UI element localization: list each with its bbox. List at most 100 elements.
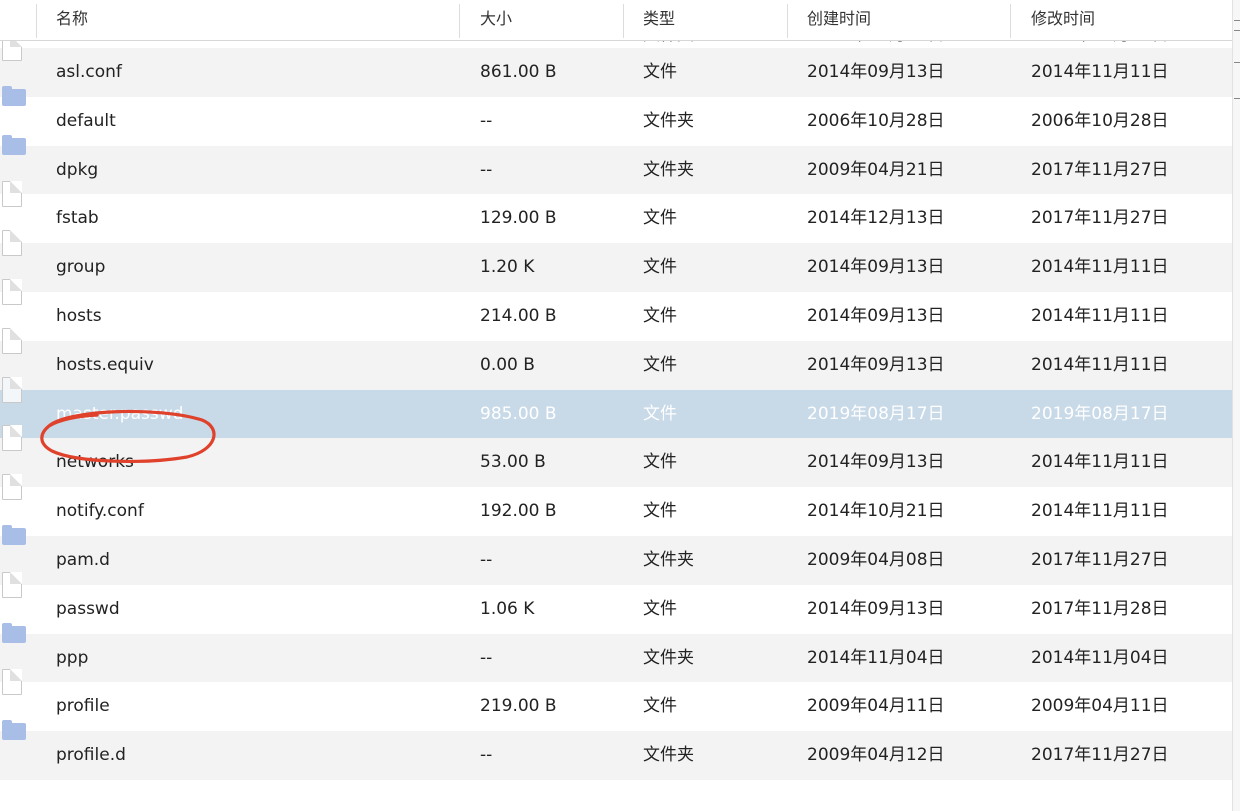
- created-time: 2009年04月21日: [807, 159, 945, 180]
- table-row[interactable]: asl.conf 861.00 B 文件 2014年09月13日 2014年11月11日: [0, 35, 1232, 97]
- file-name: networks: [56, 452, 134, 473]
- file-icon: [2, 669, 22, 696]
- created-time: 2014年09月13日: [807, 598, 945, 619]
- table-row[interactable]: default -- 文件夹 2006年10月28日 2006年10月28日: [0, 85, 1232, 146]
- table-row[interactable]: notify.conf 192.00 B 文件 2014年10月21日 2014年11月…: [0, 474, 1232, 536]
- file-name: dpkg: [56, 159, 99, 180]
- modified-time: 2017年11月27日: [1031, 745, 1169, 766]
- table-row[interactable]: pam.d -- 文件夹 2009年04月08日 2017年11月27日: [0, 524, 1232, 585]
- file-size: --: [480, 549, 493, 570]
- table-row[interactable]: dpkg -- 文件夹 2009年04月21日 2017年11月27日: [0, 134, 1232, 195]
- column-header-created[interactable]: 创建时间: [807, 0, 871, 40]
- modified-time: 2014年11月11日: [1031, 354, 1169, 375]
- file-size: --: [480, 647, 493, 668]
- table-row[interactable]: networks 53.00 B 文件 2014年09月13日 2014年11月11日: [0, 425, 1232, 488]
- created-time: 2006年10月28日: [807, 110, 945, 131]
- modified-time: 2014年11月11日: [1031, 305, 1169, 326]
- vertical-scrollbar[interactable]: [1232, 0, 1240, 811]
- table-row[interactable]: passwd 1.06 K 文件 2014年09月13日 2017年11月28日: [0, 571, 1232, 634]
- table-row[interactable]: hosts 214.00 B 文件 2014年09月13日 2014年11月11日: [0, 278, 1232, 341]
- scrollbar-mark: [1234, 98, 1240, 99]
- modified-time: 2017年11月27日: [1031, 159, 1169, 180]
- modified-time: 2017年11月27日: [1031, 208, 1169, 229]
- folder-icon: [2, 720, 26, 741]
- header-separator[interactable]: [459, 4, 460, 38]
- file-size: 214.00 B: [480, 305, 557, 326]
- file-type: 文件: [643, 501, 677, 522]
- file-type: 文件夹: [643, 110, 694, 131]
- scrollbar-mark: [1234, 62, 1240, 63]
- scrollbar-mark: [1234, 20, 1240, 21]
- column-header-modified[interactable]: 修改时间: [1031, 0, 1095, 40]
- folder-icon: [2, 134, 26, 155]
- file-name: ppp: [56, 647, 89, 668]
- file-size: 219.00 B: [480, 696, 557, 717]
- folder-icon: [2, 85, 26, 106]
- table-row[interactable]: profile.d -- 文件夹 2009年04月12日 2017年11月27日: [0, 720, 1232, 780]
- file-type: 文件: [643, 257, 677, 278]
- table-row[interactable]: fstab 129.00 B 文件 2014年12月13日 2017年11月27日: [0, 181, 1232, 243]
- header-separator[interactable]: [1010, 4, 1011, 38]
- file-size: 53.00 B: [480, 452, 546, 473]
- file-name: master.passwd: [56, 403, 184, 424]
- table-row[interactable]: group 1.20 K 文件 2014年09月13日 2014年11月11日: [0, 230, 1232, 292]
- table-row[interactable]: ppp -- 文件夹 2014年11月04日 2014年11月04日: [0, 622, 1232, 683]
- created-time: 2014年09月13日: [807, 257, 945, 278]
- file-name: profile: [56, 696, 110, 717]
- created-time: 2014年09月13日: [807, 354, 945, 375]
- file-browser: 名称 大小 类型 创建时间 修改时间 asl--文件夹2014年10月21日20…: [0, 0, 1240, 811]
- modified-time: 2014年11月11日: [1031, 62, 1169, 82]
- column-header-size[interactable]: 大小: [480, 0, 512, 40]
- created-time: 2014年09月13日: [807, 452, 945, 473]
- file-name: default: [56, 110, 116, 131]
- file-type: 文件夹: [643, 549, 694, 570]
- header-separator[interactable]: [623, 4, 624, 38]
- modified-time: 2017年11月28日: [1031, 598, 1169, 619]
- scrollbar-mark: [1234, 30, 1240, 31]
- header-separator: [36, 4, 37, 38]
- file-size: 1.06 K: [480, 598, 535, 619]
- file-size: --: [480, 110, 493, 131]
- file-type: 文件夹: [643, 159, 694, 180]
- file-name: pam.d: [56, 549, 110, 570]
- file-icon: [2, 181, 22, 208]
- created-time: 2009年04月12日: [807, 745, 945, 766]
- modified-time: 2006年10月28日: [1031, 110, 1169, 131]
- header-separator[interactable]: [787, 4, 788, 38]
- modified-time: 2014年11月11日: [1031, 501, 1169, 522]
- file-name: passwd: [56, 598, 120, 619]
- file-size: 192.00 B: [480, 501, 557, 522]
- file-icon: [2, 425, 22, 452]
- file-name: group: [56, 257, 106, 278]
- file-size: 861.00 B: [480, 62, 557, 82]
- file-name: notify.conf: [56, 501, 144, 522]
- file-name: hosts.equiv: [56, 354, 154, 375]
- file-icon: [2, 230, 22, 257]
- table-body: asl--文件夹2014年10月21日2014年11月11日asl.conf86…: [0, 20, 1232, 780]
- file-name: fstab: [56, 208, 99, 229]
- file-type: 文件: [643, 696, 677, 717]
- file-size: --: [480, 159, 493, 180]
- created-time: 2014年10月21日: [807, 501, 945, 522]
- column-header-name[interactable]: 名称: [56, 0, 88, 40]
- column-header-type[interactable]: 类型: [643, 0, 675, 40]
- file-type: 文件: [643, 598, 677, 619]
- table-row[interactable]: master.passwd 985.00 B 文件 2019年08月17日 2019年0…: [0, 376, 1232, 439]
- file-name: profile.d: [56, 745, 126, 766]
- folder-icon: [2, 524, 26, 545]
- modified-time: 2019年08月17日: [1031, 403, 1169, 424]
- file-type: 文件: [643, 403, 677, 424]
- file-name: asl.conf: [56, 62, 122, 82]
- file-icon: [2, 278, 22, 305]
- table-row[interactable]: profile 219.00 B 文件 2009年04月11日 2009年04月11日: [0, 669, 1232, 731]
- file-icon: [2, 327, 22, 354]
- modified-time: 2014年11月11日: [1031, 257, 1169, 278]
- table-row[interactable]: hosts.equiv 0.00 B 文件 2014年09月13日 2014年11月11…: [0, 327, 1232, 390]
- modified-time: 2009年04月11日: [1031, 696, 1169, 717]
- table-header: 名称 大小 类型 创建时间 修改时间: [0, 0, 1232, 41]
- created-time: 2014年12月13日: [807, 208, 945, 229]
- file-size: 129.00 B: [480, 208, 557, 229]
- file-type: 文件: [643, 305, 677, 326]
- file-type: 文件: [643, 452, 677, 473]
- file-icon: [2, 376, 22, 403]
